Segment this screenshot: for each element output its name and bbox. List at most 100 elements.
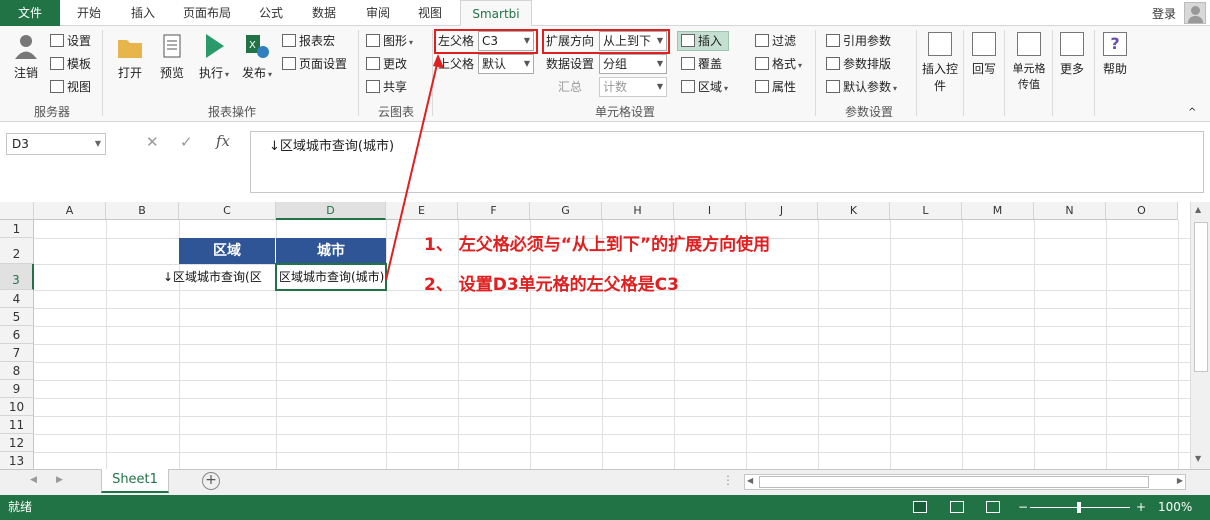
- preview-button[interactable]: 预览: [154, 32, 190, 81]
- settings-icon: [50, 34, 64, 47]
- formula-input[interactable]: ↓区域城市查询(城市): [250, 131, 1204, 193]
- row-header-1[interactable]: 1: [0, 220, 34, 238]
- fx-icon[interactable]: fx: [216, 132, 230, 150]
- area-button[interactable]: 区域 ▾: [681, 78, 728, 96]
- next-sheet-icon[interactable]: ▶: [56, 475, 63, 485]
- vertical-scrollbar[interactable]: ▲ ▼: [1190, 202, 1210, 469]
- confirm-icon[interactable]: ✓: [180, 133, 193, 151]
- row-header-11[interactable]: 11: [0, 416, 34, 434]
- row-header-7[interactable]: 7: [0, 344, 34, 362]
- column-header-j[interactable]: J: [746, 202, 818, 220]
- page-break-view-icon[interactable]: [986, 501, 1000, 513]
- scroll-left-icon[interactable]: ◀: [747, 476, 753, 485]
- row-header-13[interactable]: 13: [0, 452, 34, 469]
- scroll-up-icon[interactable]: ▲: [1195, 205, 1201, 214]
- column-header-a[interactable]: A: [34, 202, 106, 220]
- prev-sheet-icon[interactable]: ◀: [30, 475, 37, 485]
- cell-c2-header[interactable]: 区域: [179, 238, 276, 264]
- column-header-f[interactable]: F: [458, 202, 530, 220]
- update-button[interactable]: 更改: [366, 55, 407, 73]
- execute-button[interactable]: 执行 ▾: [196, 32, 232, 81]
- zoom-level[interactable]: 100%: [1158, 495, 1192, 520]
- column-header-d[interactable]: D: [276, 202, 386, 220]
- vertical-scroll-thumb[interactable]: [1194, 222, 1208, 372]
- add-sheet-icon[interactable]: +: [202, 472, 220, 490]
- column-header-c[interactable]: C: [179, 202, 276, 220]
- zoom-slider-thumb[interactable]: [1077, 502, 1081, 513]
- logout-button[interactable]: 注销: [8, 32, 44, 81]
- column-header-e[interactable]: E: [386, 202, 458, 220]
- select-all-corner[interactable]: [0, 202, 34, 220]
- more-button[interactable]: 更多: [1056, 32, 1088, 77]
- row-header-4[interactable]: 4: [0, 290, 34, 308]
- page-setup-button[interactable]: 页面设置: [282, 55, 347, 73]
- open-button[interactable]: 打开: [112, 32, 148, 81]
- help-button[interactable]: ? 帮助: [1098, 32, 1132, 77]
- column-header-o[interactable]: O: [1106, 202, 1178, 220]
- cell-c3[interactable]: ↓区域城市查询(区: [163, 268, 276, 286]
- tab-file[interactable]: 文件: [0, 0, 60, 26]
- writeback-button[interactable]: 回写: [968, 32, 1000, 77]
- name-box[interactable]: D3 ▼: [6, 133, 106, 155]
- zoom-out-icon[interactable]: −: [1018, 495, 1028, 520]
- tab-insert[interactable]: 插入: [122, 0, 164, 26]
- gridline: [34, 326, 1190, 327]
- top-parent-select[interactable]: 默认 ▼: [478, 54, 534, 74]
- row-header-3[interactable]: 3: [0, 264, 34, 290]
- page-layout-view-icon[interactable]: [950, 501, 964, 513]
- row-header-10[interactable]: 10: [0, 398, 34, 416]
- sheet-tab-sheet1[interactable]: Sheet1: [101, 469, 169, 493]
- column-header-l[interactable]: L: [890, 202, 962, 220]
- tab-formulas[interactable]: 公式: [250, 0, 292, 26]
- publish-button[interactable]: X 发布 ▾: [238, 32, 276, 81]
- scroll-down-icon[interactable]: ▼: [1195, 454, 1201, 463]
- tab-home[interactable]: 开始: [68, 0, 110, 26]
- avatar-icon[interactable]: [1184, 2, 1206, 24]
- column-header-k[interactable]: K: [818, 202, 890, 220]
- column-header-i[interactable]: I: [674, 202, 746, 220]
- horizontal-scrollbar[interactable]: ◀ ▶: [744, 474, 1186, 490]
- attribute-button[interactable]: 属性: [755, 78, 796, 96]
- zoom-in-icon[interactable]: +: [1136, 495, 1146, 520]
- template-button[interactable]: 模板: [50, 55, 91, 73]
- row-header-12[interactable]: 12: [0, 434, 34, 452]
- cell-value-pass-button[interactable]: 单元格传值: [1008, 32, 1050, 92]
- default-param-button[interactable]: 默认参数 ▾: [826, 78, 897, 96]
- filter-button[interactable]: 过滤: [755, 32, 796, 50]
- row-header-6[interactable]: 6: [0, 326, 34, 344]
- normal-view-icon[interactable]: [913, 501, 927, 513]
- param-layout-button[interactable]: 参数排版: [826, 55, 891, 73]
- tab-page-layout[interactable]: 页面布局: [176, 0, 238, 26]
- column-header-m[interactable]: M: [962, 202, 1034, 220]
- row-header-5[interactable]: 5: [0, 308, 34, 326]
- tab-view[interactable]: 视图: [409, 0, 451, 26]
- view-button[interactable]: 视图: [50, 78, 91, 96]
- report-macro-button[interactable]: 报表宏: [282, 32, 335, 50]
- cell-d2-header[interactable]: 城市: [276, 238, 386, 264]
- cover-mode-button[interactable]: 覆盖: [681, 55, 722, 73]
- tab-data[interactable]: 数据: [303, 0, 345, 26]
- horizontal-scroll-thumb[interactable]: [759, 476, 1149, 488]
- row-header-9[interactable]: 9: [0, 380, 34, 398]
- tab-smartbi[interactable]: Smartbi: [460, 0, 532, 27]
- column-header-n[interactable]: N: [1034, 202, 1106, 220]
- login-link[interactable]: 登录: [1152, 5, 1176, 22]
- column-header-b[interactable]: B: [106, 202, 179, 220]
- scroll-right-icon[interactable]: ▶: [1177, 476, 1183, 485]
- column-header-g[interactable]: G: [530, 202, 602, 220]
- row-header-8[interactable]: 8: [0, 362, 34, 380]
- settings-button[interactable]: 设置: [50, 32, 91, 50]
- column-header-h[interactable]: H: [602, 202, 674, 220]
- tab-review[interactable]: 审阅: [357, 0, 399, 26]
- gridline: [34, 434, 1190, 435]
- format-button[interactable]: 格式 ▾: [755, 55, 802, 73]
- share-button[interactable]: 共享: [366, 78, 407, 96]
- chart-button[interactable]: 图形 ▾: [366, 32, 413, 50]
- splitter-icon[interactable]: ⋮: [722, 473, 734, 487]
- cancel-icon[interactable]: ✕: [146, 133, 159, 151]
- data-settings-select[interactable]: 分组 ▼: [599, 54, 667, 74]
- insert-control-button[interactable]: 插入控件: [920, 32, 960, 94]
- row-header-2[interactable]: 2: [0, 238, 34, 264]
- ref-param-button[interactable]: 引用参数: [826, 32, 891, 50]
- collapse-ribbon-icon[interactable]: ^: [1188, 104, 1196, 122]
